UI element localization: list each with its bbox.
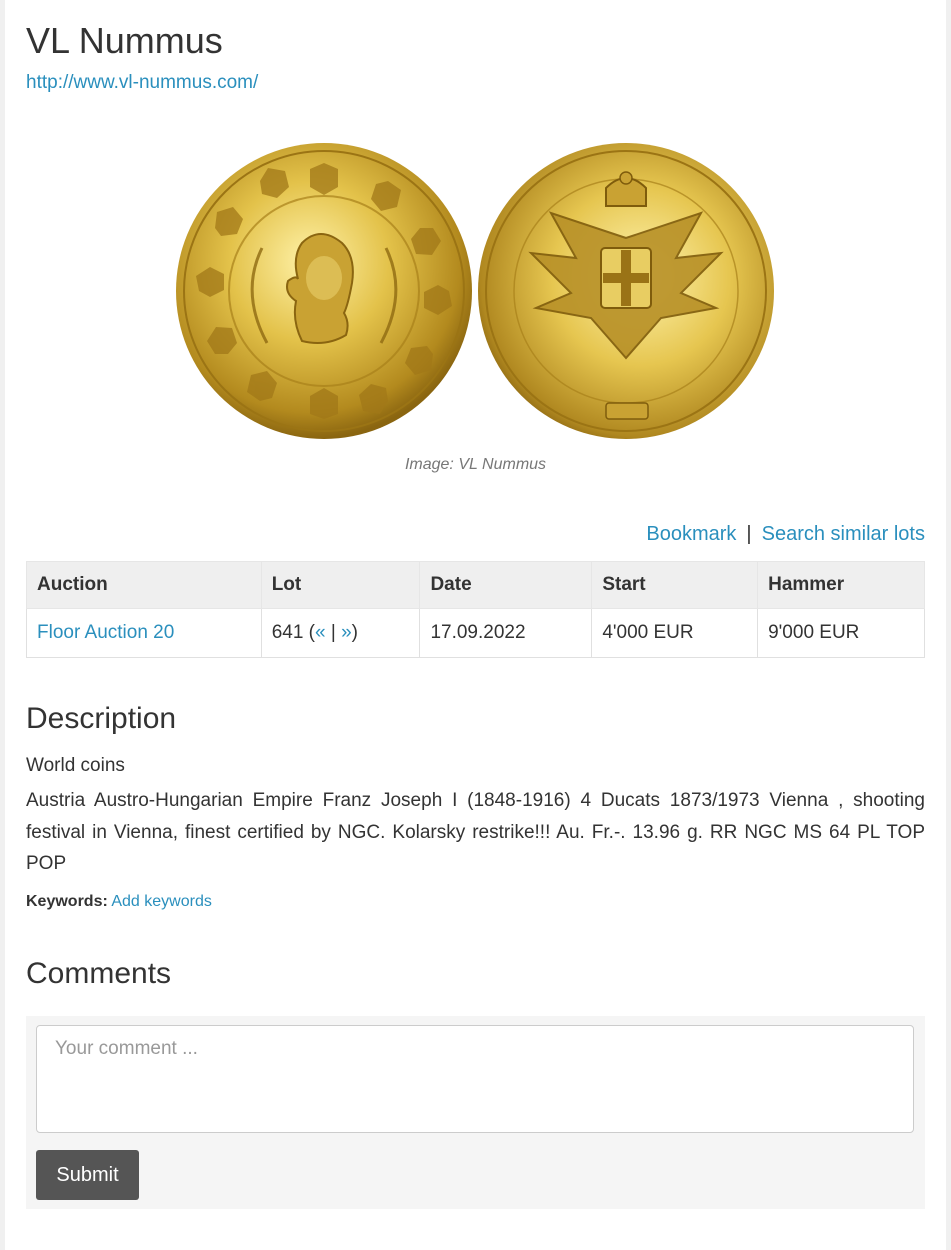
cell-hammer-price: 9'000 EUR (757, 608, 925, 658)
cell-date: 17.09.2022 (419, 608, 593, 658)
description-heading: Description (26, 702, 177, 735)
header-date: Date (419, 561, 593, 609)
comments-heading: Comments (26, 957, 172, 990)
page: VL Nummus http://www.vl-nummus.com/ Imag… (5, 0, 946, 1250)
coin-image[interactable] (174, 138, 779, 448)
keywords-label: Keywords: (26, 893, 108, 910)
image-caption: Image: VL Nummus (404, 456, 547, 473)
lot-table-header: Auction Lot Date Start Hammer (26, 561, 925, 609)
header-lot: Lot (260, 561, 421, 609)
auction-house-url[interactable]: http://www.vl-nummus.com/ (26, 72, 258, 94)
description-category: World coins (26, 755, 125, 776)
lot-paren-close: ) (351, 622, 358, 643)
lot-table: Auction Lot Date Start Hammer Floor Auct… (26, 561, 925, 658)
bookmark-link[interactable]: Bookmark (646, 523, 736, 545)
header-hammer: Hammer (757, 561, 925, 609)
lot-nav-separator: | (330, 622, 336, 643)
lot-number: 641 (271, 622, 304, 643)
previous-lot-link[interactable]: « (315, 622, 326, 643)
table-row: Floor Auction 20 641 (« | ») 17.09.2022 … (26, 608, 925, 658)
header-auction: Auction (26, 561, 262, 609)
header-start: Start (591, 561, 759, 609)
coin-reverse (478, 143, 774, 439)
actions-separator: | (746, 523, 752, 545)
submit-button[interactable]: Submit (36, 1150, 139, 1200)
auction-link[interactable]: Floor Auction 20 (37, 622, 174, 643)
description-text: Austria Austro-Hungarian Empire Franz Jo… (26, 790, 925, 874)
cell-lot: 641 (« | ») (260, 608, 421, 658)
next-lot-link[interactable]: » (341, 622, 352, 643)
coin-obverse (176, 143, 472, 439)
search-similar-lots-link[interactable]: Search similar lots (762, 523, 925, 545)
comment-form: Submit (26, 1016, 925, 1209)
keywords-row: Keywords: Add keywords (26, 893, 212, 911)
cell-start-price: 4'000 EUR (591, 608, 759, 658)
lot-actions: Bookmark | Search similar lots (646, 523, 925, 546)
comment-input[interactable] (36, 1025, 914, 1133)
cell-auction: Floor Auction 20 (26, 608, 262, 658)
auction-house-name: VL Nummus (26, 20, 223, 61)
add-keywords-link[interactable]: Add keywords (111, 893, 212, 910)
